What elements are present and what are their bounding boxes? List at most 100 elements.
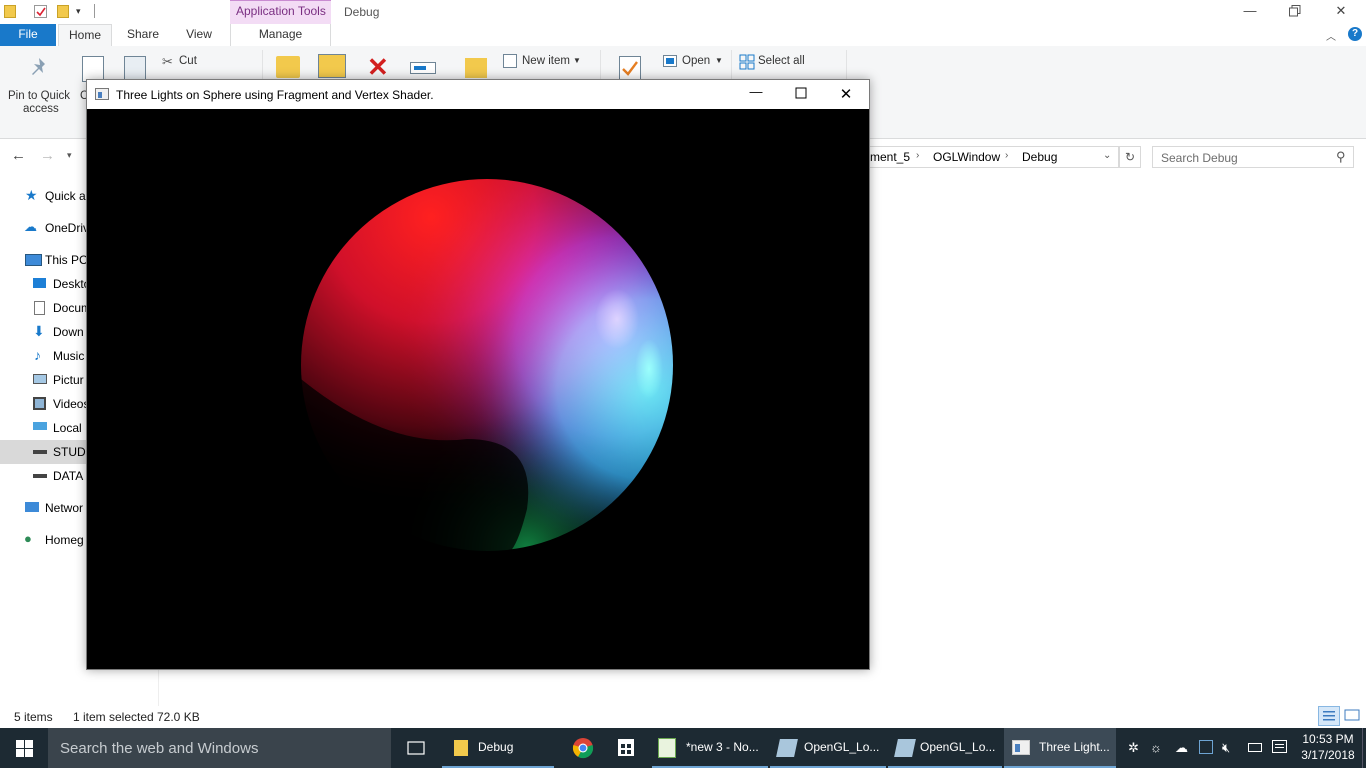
taskbar-search-box[interactable]: Search the web and Windows — [48, 728, 391, 768]
tab-manage[interactable]: Manage — [230, 24, 331, 46]
move-to-icon[interactable] — [276, 56, 300, 78]
opengl-maximize-button[interactable] — [779, 80, 823, 109]
properties-icon[interactable] — [34, 5, 47, 18]
volume-muted-icon[interactable]: 🔇︎ — [1222, 740, 1230, 756]
breadcrumb-separator-icon[interactable]: › — [916, 150, 919, 161]
help-icon[interactable]: ? — [1348, 27, 1362, 41]
select-all-label[interactable]: Select all — [758, 55, 805, 67]
cut-icon[interactable]: ✂ — [162, 54, 173, 70]
taskbar-app-explorer[interactable]: Debug — [442, 728, 554, 768]
select-all-icon[interactable] — [739, 54, 755, 73]
open-icon[interactable] — [663, 55, 677, 67]
nav-item-network[interactable]: Networ — [0, 496, 86, 520]
collapse-ribbon-icon[interactable]: ︿ — [1326, 28, 1336, 43]
opengl-minimize-button[interactable]: — — [734, 84, 778, 104]
settings-tray-icon[interactable]: ✲ — [1128, 740, 1139, 756]
video-icon — [33, 397, 46, 410]
nav-item-quick-access[interactable]: ★ Quick a — [0, 184, 86, 208]
nav-item-desktop[interactable]: Deskto — [0, 272, 86, 296]
nav-item-label: Homeg — [45, 533, 84, 547]
store-icon — [618, 739, 634, 756]
taskbar-app-chrome[interactable] — [562, 728, 604, 768]
context-tab-header: Application Tools — [230, 0, 331, 24]
breadcrumb-item[interactable]: OGLWindow — [933, 150, 1000, 164]
nav-item-this-pc[interactable]: This PC — [0, 248, 86, 272]
breadcrumb-item[interactable]: Debug — [1022, 150, 1057, 164]
opengl-close-button[interactable]: ✕ — [824, 85, 868, 105]
show-desktop-button[interactable] — [1362, 728, 1366, 768]
nav-item-label: This PC — [45, 253, 86, 267]
opengl-render-canvas[interactable] — [87, 109, 869, 669]
battery-icon[interactable] — [1248, 743, 1262, 752]
search-input[interactable] — [1159, 148, 1333, 168]
nav-item-pictures[interactable]: Pictur — [0, 368, 86, 392]
onedrive-tray-icon[interactable]: ☁ — [1175, 740, 1188, 756]
nav-item-homegroup[interactable]: ● Homeg — [0, 528, 86, 552]
nav-item-local-disk[interactable]: Local — [0, 416, 86, 440]
pin-label[interactable]: Pin to Quick — [8, 90, 70, 102]
tab-share[interactable]: Share — [118, 24, 168, 46]
network-tray-icon[interactable] — [1199, 740, 1213, 754]
address-dropdown-icon[interactable]: ⌄ — [1103, 150, 1111, 161]
new-folder-ribbon-icon[interactable] — [465, 58, 487, 78]
tab-view[interactable]: View — [176, 24, 222, 46]
drive-icon — [33, 450, 47, 454]
nav-item-videos[interactable]: Videos — [0, 392, 86, 416]
taskbar-app-notepad[interactable]: *new 3 - No... — [652, 728, 768, 768]
taskbar-app-three-lights[interactable]: Three Light... — [1004, 728, 1116, 768]
pictures-icon — [33, 374, 47, 384]
nav-item-documents[interactable]: Docum — [0, 296, 86, 320]
nav-item-study[interactable]: STUDY — [0, 440, 86, 464]
action-center-icon[interactable] — [1272, 740, 1287, 753]
recent-locations-icon[interactable]: ▾ — [67, 150, 72, 161]
taskbar-app-label: OpenGL_Lo... — [920, 740, 996, 754]
pin-icon[interactable] — [28, 56, 50, 83]
search-icon[interactable]: ⚲ — [1336, 149, 1346, 165]
task-view-icon[interactable] — [406, 740, 426, 756]
back-arrow-icon[interactable]: ← — [11, 147, 26, 164]
close-button[interactable]: ✕ — [1318, 0, 1364, 24]
refresh-icon: ↻ — [1124, 150, 1136, 164]
tab-home[interactable]: Home — [58, 24, 112, 46]
rename-icon[interactable] — [410, 62, 436, 74]
forward-arrow-icon[interactable]: → — [40, 147, 55, 164]
opengl-window-title-bar[interactable]: Three Lights on Sphere using Fragment an… — [87, 80, 869, 109]
taskbar-app-store[interactable] — [606, 728, 648, 768]
visual-studio-doc-icon — [894, 739, 916, 757]
tab-file[interactable]: File — [0, 24, 56, 46]
new-folder-icon[interactable] — [57, 5, 69, 18]
customize-toolbar-icon[interactable]: ▾ — [76, 6, 86, 19]
opengl-window[interactable]: Three Lights on Sphere using Fragment an… — [86, 79, 870, 670]
cloud-icon: ☁ — [24, 219, 37, 234]
open-dropdown-icon[interactable]: ▼ — [715, 56, 723, 65]
large-icons-view-button[interactable] — [1342, 706, 1362, 726]
address-bar[interactable]: ment_5 › OGLWindow › Debug ⌄ — [866, 146, 1119, 168]
delete-icon[interactable]: ✕ — [367, 54, 389, 80]
windows-logo-icon — [16, 740, 33, 757]
open-label[interactable]: Open — [682, 55, 710, 67]
nav-item-data[interactable]: DATA — [0, 464, 86, 488]
wifi-icon[interactable]: ☼ — [1150, 740, 1162, 755]
nav-item-onedrive[interactable]: ☁ OneDriv — [0, 216, 86, 240]
taskbar-app-opengl-2[interactable]: OpenGL_Lo... — [888, 728, 1002, 768]
new-item-icon[interactable] — [503, 54, 517, 68]
start-button[interactable] — [16, 740, 33, 760]
new-item-dropdown-icon[interactable]: ▼ — [573, 56, 581, 65]
taskbar-app-opengl-1[interactable]: OpenGL_Lo... — [770, 728, 886, 768]
clock[interactable]: 10:53 PM 3/17/2018 — [1298, 731, 1358, 763]
restore-button[interactable] — [1272, 0, 1318, 24]
new-item-label[interactable]: New item — [522, 55, 570, 67]
breadcrumb-item[interactable]: ment_5 — [870, 150, 910, 164]
breadcrumb-separator-icon[interactable]: › — [1005, 150, 1008, 161]
details-view-button[interactable] — [1318, 706, 1340, 726]
search-box[interactable]: ⚲ — [1152, 146, 1354, 168]
cut-label[interactable]: Cut — [179, 55, 197, 67]
nav-item-downloads[interactable]: ⬇ Down — [0, 320, 86, 344]
nav-item-music[interactable]: ♪ Music — [0, 344, 86, 368]
nav-item-label: Docum — [53, 301, 86, 315]
refresh-button[interactable]: ↻ — [1119, 146, 1141, 168]
minimize-button[interactable]: — — [1227, 0, 1273, 24]
folder-icon[interactable] — [4, 5, 16, 18]
copy-to-icon[interactable] — [318, 54, 346, 78]
taskbar-search-placeholder: Search the web and Windows — [60, 740, 259, 757]
